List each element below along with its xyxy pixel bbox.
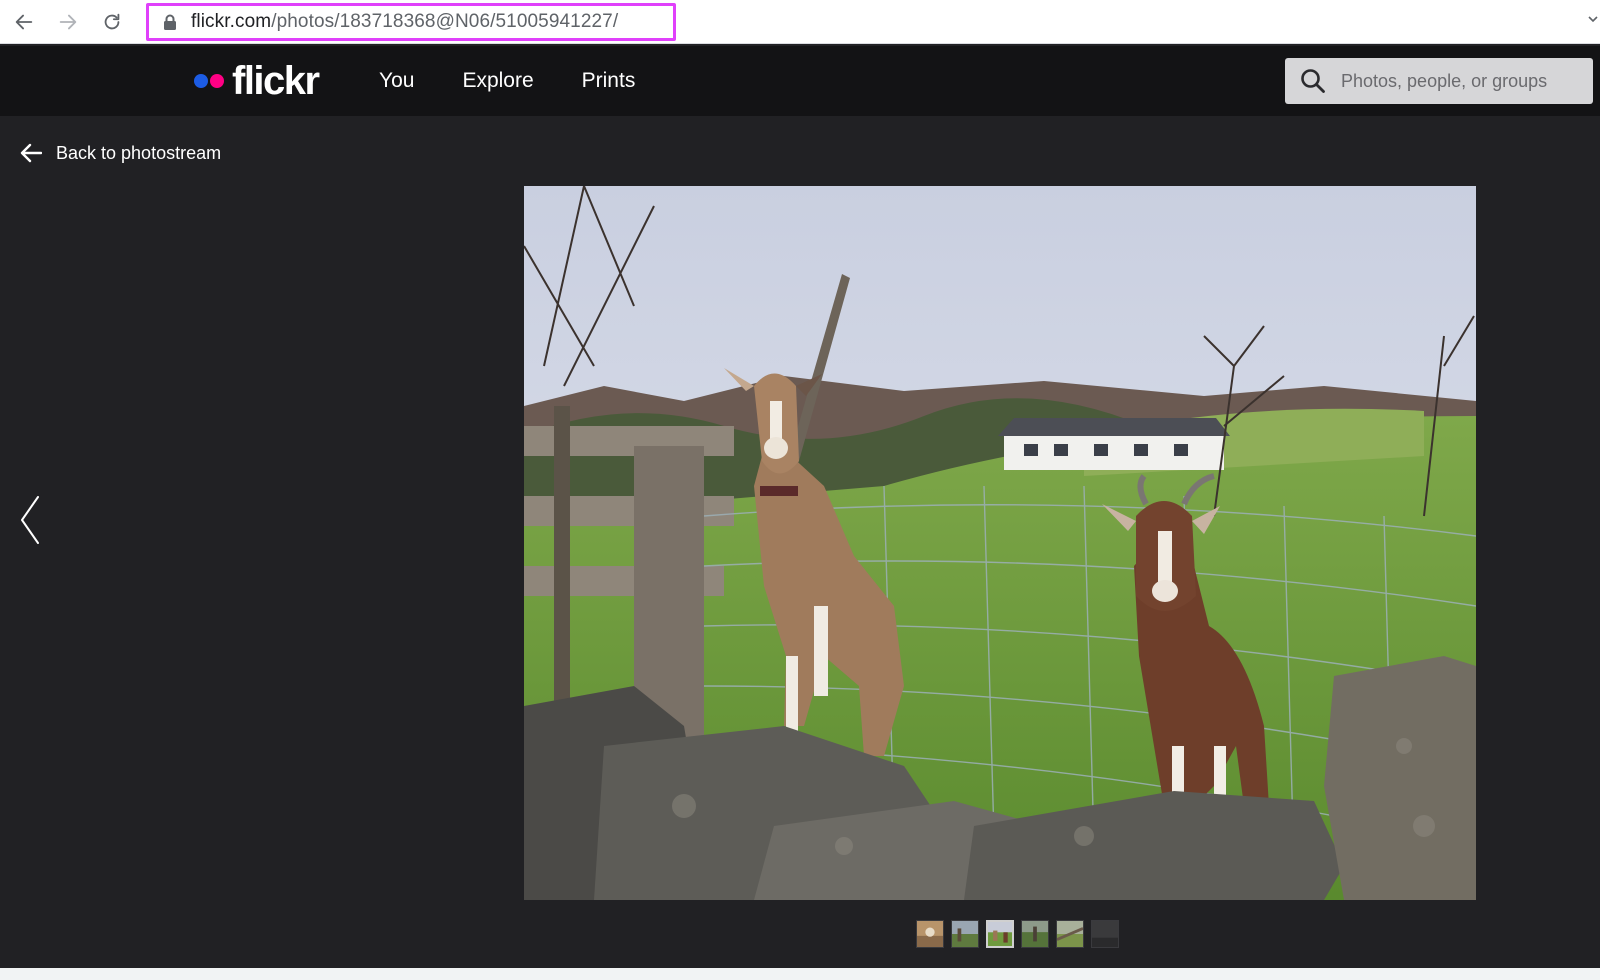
- photo-image: [524, 186, 1476, 900]
- filmstrip: [916, 920, 1119, 948]
- address-bar-url: flickr.com/photos/183718368@N06/51005941…: [191, 11, 618, 33]
- address-bar[interactable]: flickr.com/photos/183718368@N06/51005941…: [146, 3, 676, 41]
- filmstrip-thumbnail[interactable]: [1091, 920, 1119, 948]
- logo-pink-dot: [210, 74, 224, 88]
- filmstrip-thumbnail-active[interactable]: [986, 920, 1014, 948]
- nav-you[interactable]: You: [379, 69, 414, 93]
- reload-icon: [104, 13, 120, 30]
- back-label: Back to photostream: [56, 142, 222, 163]
- filmstrip-thumbnail[interactable]: [1056, 920, 1084, 948]
- arrow-left-icon: [15, 14, 33, 30]
- nav-explore[interactable]: Explore: [462, 69, 533, 93]
- search-box[interactable]: [1285, 58, 1593, 104]
- flickr-logo[interactable]: flickr: [194, 59, 320, 103]
- arrow-right-icon: [59, 14, 77, 30]
- arrow-left-icon: [20, 143, 42, 163]
- main-nav: You Explore Prints: [379, 46, 683, 116]
- back-to-photostream-link[interactable]: Back to photostream: [20, 140, 221, 166]
- browser-toolbar: flickr.com/photos/183718368@N06/51005941…: [0, 0, 1600, 44]
- search-icon[interactable]: [1299, 67, 1327, 95]
- browser-bottom-edge: [0, 968, 1600, 980]
- filmstrip-thumbnail[interactable]: [1021, 920, 1049, 948]
- browser-reload-button[interactable]: [96, 6, 128, 38]
- browser-forward-button[interactable]: [52, 6, 84, 38]
- logo-blue-dot: [194, 74, 208, 88]
- url-path: /photos/183718368@N06/51005941227/: [271, 11, 619, 32]
- lock-icon: [164, 14, 176, 30]
- filmstrip-thumbnail[interactable]: [916, 920, 944, 948]
- browser-back-button[interactable]: [8, 6, 40, 38]
- nav-prints[interactable]: Prints: [582, 69, 636, 93]
- filmstrip-thumbnail[interactable]: [951, 920, 979, 948]
- previous-photo-arrow-icon[interactable]: [16, 494, 44, 546]
- chevron-down-icon[interactable]: [1588, 14, 1598, 24]
- logo-wordmark: flickr: [232, 59, 320, 103]
- main-photo[interactable]: [524, 186, 1476, 900]
- url-host: flickr.com: [191, 11, 272, 32]
- search-input[interactable]: [1341, 70, 1581, 92]
- site-header: flickr You Explore Prints: [0, 46, 1600, 116]
